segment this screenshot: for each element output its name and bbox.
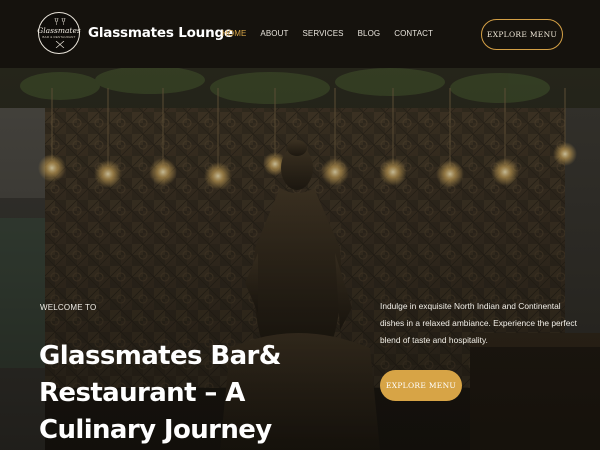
hero-description: Indulge in exquisite North Indian and Co… [380,301,577,345]
nav-item-blog[interactable]: BLOG [358,29,381,38]
nav-item-services[interactable]: SERVICES [302,29,343,38]
header-explore-menu-button[interactable]: EXPLORE MENU [481,19,563,50]
logo-script-text: Glassmates [37,26,81,36]
hero-explore-menu-button[interactable]: EXPLORE MENU [380,370,462,401]
nav-item-home[interactable]: HOME [222,29,246,38]
logo[interactable]: Glassmates BAR & RESTAURANT Glassmates L… [37,12,233,54]
welcome-text: WELCOME TO [40,303,97,312]
wine-glasses-icon [54,18,66,25]
brand-name[interactable]: Glassmates Lounge [88,25,233,41]
hero-section: WELCOME TO Glassmates Bar& Restaurant – … [0,68,600,450]
glasses-logo-icon[interactable]: Glassmates BAR & RESTAURANT [37,12,81,54]
logo-subtext: BAR & RESTAURANT [42,34,76,39]
hero-headline: Glassmates Bar& Restaurant – A Culinary … [39,341,281,445]
site-header: Glassmates BAR & RESTAURANT Glassmates L… [0,0,600,68]
nav-item-about[interactable]: ABOUT [260,29,288,38]
main-nav: HOME ABOUT SERVICES BLOG CONTACT [222,29,447,38]
nav-item-contact[interactable]: CONTACT [394,29,433,38]
cutlery-icon [55,41,65,48]
